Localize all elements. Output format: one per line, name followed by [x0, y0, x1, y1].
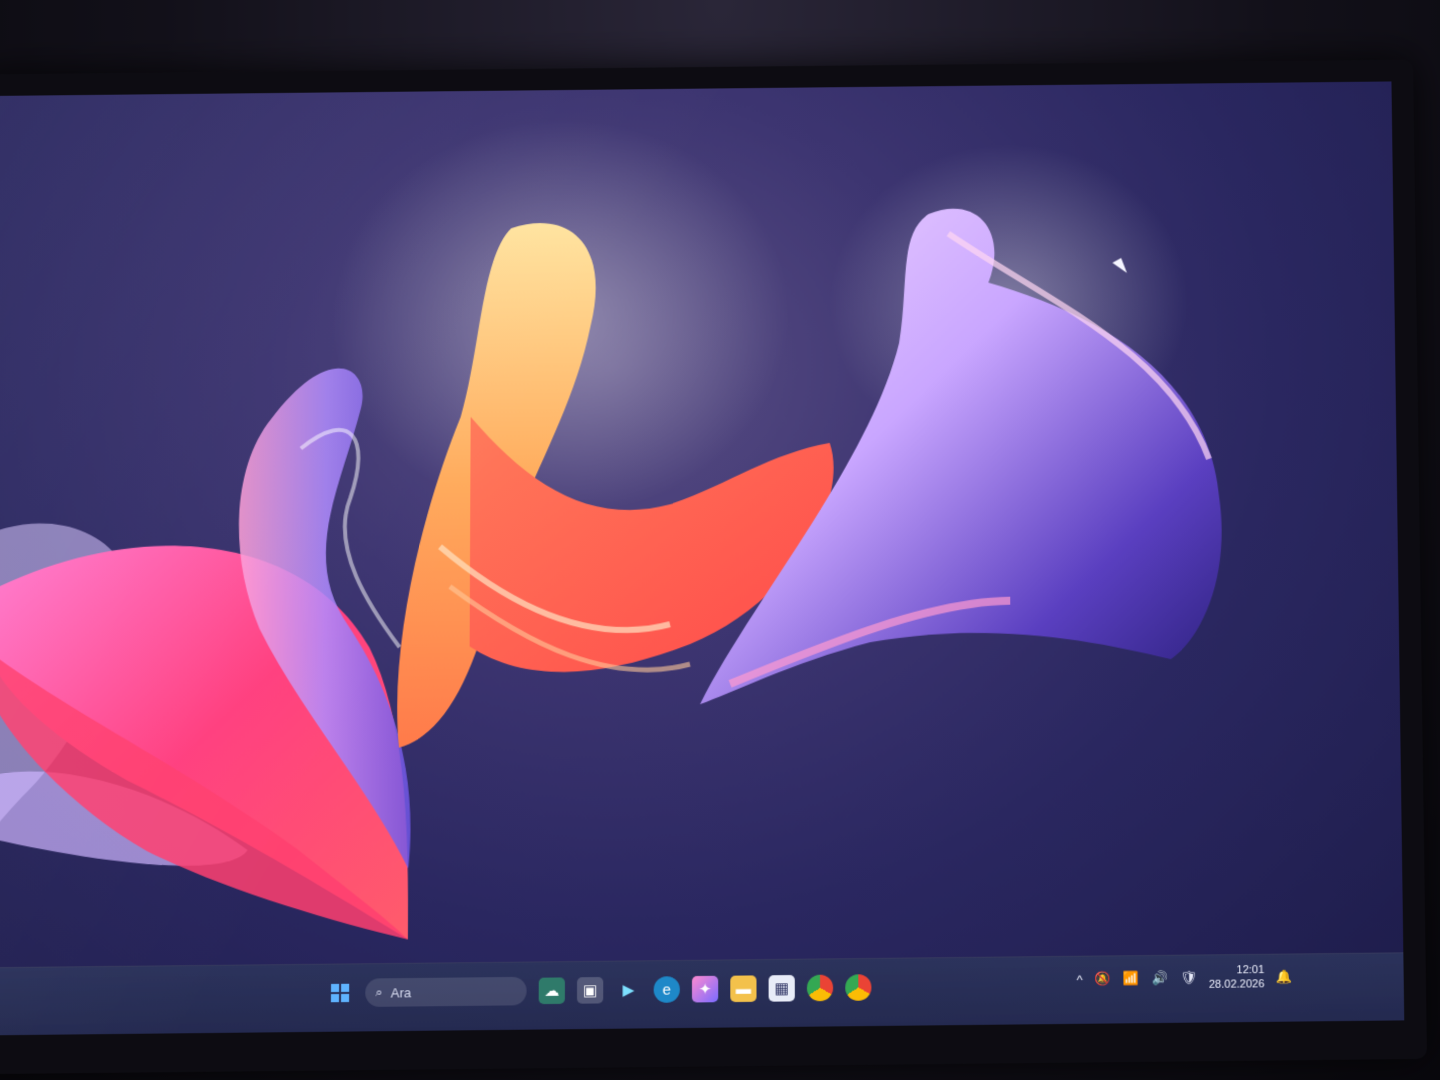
- notifications-off-icon[interactable]: 🔕: [1095, 971, 1111, 987]
- start-icon[interactable]: [327, 980, 353, 1007]
- clock[interactable]: 12:01 28.02.2026: [1209, 963, 1265, 992]
- calendar-icon[interactable]: ▦: [768, 974, 795, 1002]
- file-explorer-icon[interactable]: ▬: [730, 975, 757, 1003]
- copilot-icon[interactable]: ✦: [691, 975, 719, 1003]
- chrome-notification-icon[interactable]: [845, 974, 872, 1001]
- clock-date: 28.02.2026: [1208, 978, 1265, 991]
- search-input[interactable]: ⌕ Ara: [365, 976, 527, 1007]
- wifi-icon[interactable]: 📶: [1123, 970, 1139, 986]
- taskbar-apps: ⌕ Ara ☁ ▣ ▶ e ✦ ▬ ▦: [327, 973, 872, 1007]
- task-view-icon[interactable]: ▣: [576, 977, 604, 1004]
- wallpaper-ribbons: [0, 117, 1224, 944]
- play-icon[interactable]: ▶: [615, 977, 641, 1004]
- system-tray: ^ 🔕 📶 🔊 🛡 12:01 28.02.2026 🔔: [1077, 963, 1293, 994]
- search-placeholder: Ara: [390, 984, 412, 1001]
- taskbar: ⌕ Ara ☁ ▣ ▶ e ✦ ▬ ▦ ^ 🔕 📶 🔊 🛡 12:01 28.0…: [0, 952, 1405, 1036]
- chrome-icon[interactable]: [806, 974, 834, 1002]
- notification-bell-icon[interactable]: 🔔: [1276, 969, 1293, 985]
- search-icon: ⌕: [375, 984, 383, 1000]
- monitor: ⌕ Ara ☁ ▣ ▶ e ✦ ▬ ▦ ^ 🔕 📶 🔊 🛡 12:01 28.0…: [0, 59, 1427, 1075]
- chevron-up-icon[interactable]: ^: [1077, 971, 1083, 986]
- security-icon[interactable]: 🛡: [1180, 970, 1197, 986]
- desktop-screen: ⌕ Ara ☁ ▣ ▶ e ✦ ▬ ▦ ^ 🔕 📶 🔊 🛡 12:01 28.0…: [0, 81, 1405, 1036]
- volume-icon[interactable]: 🔊: [1152, 970, 1168, 986]
- edge-icon[interactable]: e: [653, 976, 680, 1003]
- widgets-icon[interactable]: ☁: [538, 977, 565, 1005]
- clock-time: 12:01: [1236, 963, 1265, 977]
